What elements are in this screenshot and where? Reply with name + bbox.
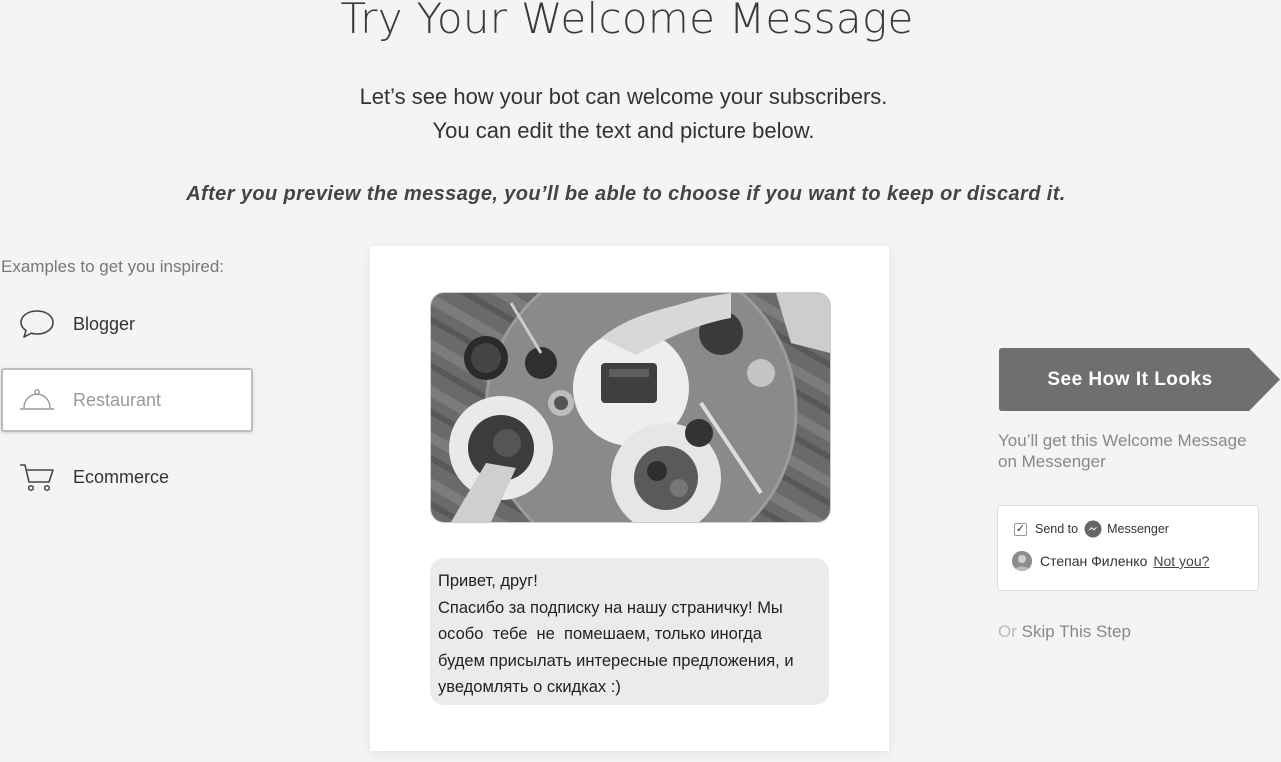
send-to-row: ✓ Send to Messenger [1014, 520, 1169, 538]
example-restaurant[interactable]: Restaurant [1, 368, 253, 432]
messenger-icon [1084, 520, 1102, 538]
skip-row: Or Skip This Step [998, 622, 1131, 642]
cta-note-line-1: You’ll get this Welcome Message [998, 431, 1247, 450]
see-how-it-looks-button[interactable]: See How It Looks [999, 348, 1261, 411]
intro-line-2: You can edit the text and picture below. [432, 118, 815, 143]
send-to-label: Send to [1035, 522, 1079, 536]
cta-note: You’ll get this Welcome Message on Messe… [998, 430, 1268, 472]
preview-note: After you preview the message, you’ll be… [186, 183, 1066, 205]
welcome-message-text[interactable]: Привет, друг! Спасибо за подписку на наш… [430, 558, 829, 705]
message-preview-card: Привет, друг! Спасибо за подписку на наш… [370, 246, 889, 751]
user-row: Степан Филенко Not you? [1012, 551, 1209, 571]
user-name: Степан Филенко [1040, 553, 1148, 569]
example-label: Ecommerce [73, 466, 170, 487]
skip-this-step-link[interactable]: Skip This Step [1022, 622, 1131, 641]
example-blogger[interactable]: Blogger [1, 292, 253, 356]
speech-bubble-icon [17, 307, 57, 341]
example-label: Restaurant [73, 389, 162, 410]
shopping-cart-icon [17, 460, 57, 494]
message-line: уведомлять о скидках :) [438, 678, 621, 696]
cloche-icon [17, 383, 57, 417]
message-line: будем присылать интересные предложения, … [438, 651, 794, 670]
intro-line-1: Let’s see how your bot can welcome your … [359, 84, 888, 109]
user-avatar [1012, 551, 1032, 571]
message-line: Привет, друг! [438, 572, 538, 590]
messenger-label: Messenger [1107, 522, 1169, 536]
send-to-messenger-plugin: ✓ Send to Messenger Степан Филенко Not y… [997, 505, 1259, 591]
examples-label: Examples to get you inspired: [1, 257, 225, 276]
message-line: особо тебе не помешаем, только иногда [438, 625, 762, 643]
message-line: Спасибо за подписку на нашу страничку! М… [438, 598, 783, 617]
example-ecommerce[interactable]: Ecommerce [1, 445, 253, 509]
message-image[interactable] [430, 292, 831, 523]
cta-note-line-2: on Messenger [998, 452, 1106, 471]
not-you-link[interactable]: Not you? [1153, 553, 1209, 569]
skip-or-text: Or [998, 622, 1017, 641]
food-photo [431, 293, 830, 522]
example-label: Blogger [73, 313, 136, 334]
send-to-checkbox[interactable]: ✓ [1014, 522, 1027, 536]
page-title: Try Your Welcome Message [340, 0, 914, 43]
